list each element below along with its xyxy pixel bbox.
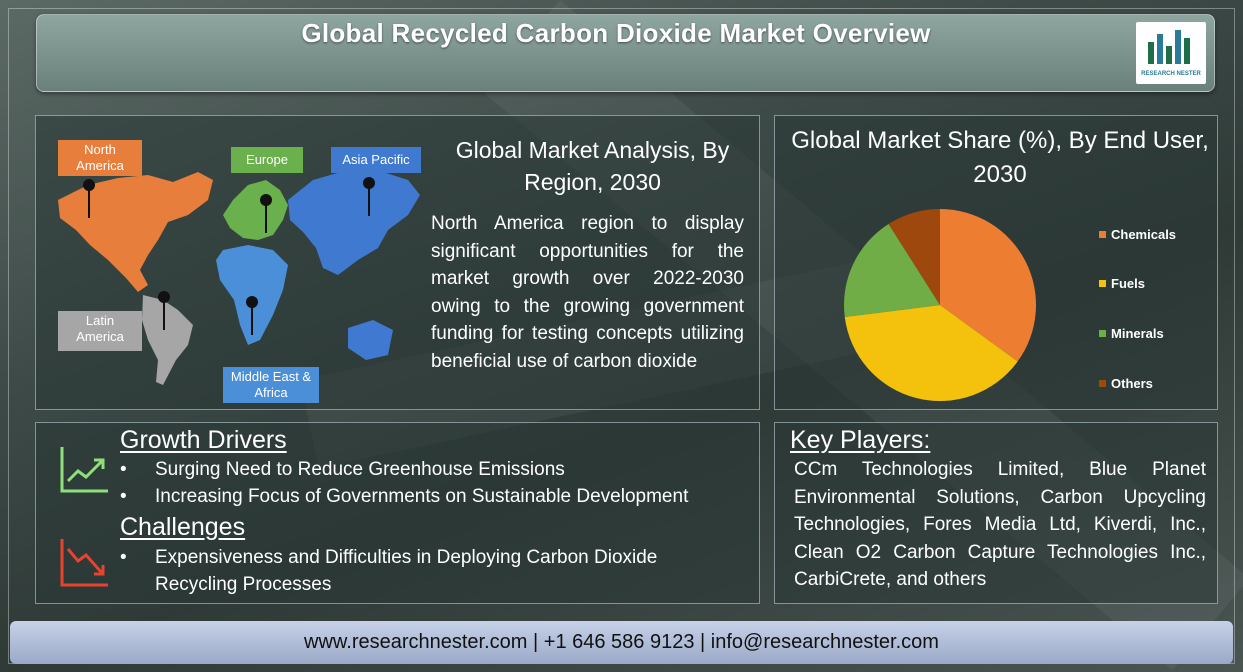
- legend-item-others: Others: [1099, 376, 1153, 392]
- page-title: Global Recycled Carbon Dioxide Market Ov…: [301, 18, 931, 48]
- region-analysis-description: North America region to display signific…: [431, 213, 744, 372]
- legend-label: Chemicals: [1111, 227, 1177, 242]
- growth-driver-item: • Surging Need to Reduce Greenhouse Emiss…: [120, 459, 565, 480]
- oceania-shape: [348, 320, 393, 360]
- tag-latin-america: Latin America: [58, 311, 142, 351]
- key-players-text: CCm Technologies Limited, Blue Planet En…: [794, 459, 1206, 590]
- contact-info[interactable]: www.researchnester.com | +1 646 586 9123…: [10, 631, 1233, 654]
- legend-item-fuels: Fuels: [1099, 276, 1145, 292]
- tag-asia-pacific: Asia Pacific: [331, 147, 421, 173]
- legend-swatch: [1099, 280, 1106, 288]
- europe-pin-icon: [260, 194, 272, 233]
- challenges-heading: Challenges: [120, 513, 246, 541]
- legend-item-minerals: Minerals: [1099, 326, 1164, 342]
- challenge-item: • Expensiveness and Difficulties in Deplo…: [120, 547, 658, 595]
- logo-text: RESEARCH NESTER: [1141, 71, 1201, 77]
- legend-label: Fuels: [1111, 276, 1145, 291]
- pie-chart: [844, 209, 1036, 401]
- asia-pacific-pin-icon: [363, 177, 375, 216]
- region-analysis-title: Global Market Analysis, By Region, 2030: [455, 137, 730, 195]
- middle-east-africa-pin-icon: [246, 296, 258, 335]
- legend-swatch: [1099, 380, 1106, 388]
- asia-pacific-shape: [288, 170, 420, 275]
- footer-bar: www.researchnester.com | +1 646 586 9123…: [10, 621, 1233, 664]
- legend-swatch: [1099, 330, 1106, 338]
- growth-chart-icon: [60, 447, 108, 493]
- tag-middle-east-africa: Middle East & Africa: [223, 367, 319, 403]
- decline-chart-icon: [60, 539, 108, 587]
- research-nester-logo: RESEARCH NESTER: [1136, 22, 1206, 84]
- tag-europe: Europe: [231, 147, 303, 173]
- key-players-heading: Key Players:: [790, 426, 931, 454]
- legend-label: Minerals: [1111, 326, 1164, 341]
- chart-title: Global Market Share (%), By End User, 20…: [791, 127, 1209, 188]
- europe-shape: [223, 180, 288, 240]
- north-america-pin-icon: [83, 179, 95, 218]
- legend-label: Others: [1111, 376, 1153, 391]
- growth-driver-item: • Increasing Focus of Governments on Sust…: [120, 486, 689, 507]
- legend-swatch: [1099, 231, 1106, 239]
- latin-america-pin-icon: [158, 291, 170, 330]
- tag-north-america: North America: [58, 140, 142, 176]
- legend-item-chemicals: Chemicals: [1099, 227, 1176, 243]
- growth-drivers-heading: Growth Drivers: [120, 426, 287, 454]
